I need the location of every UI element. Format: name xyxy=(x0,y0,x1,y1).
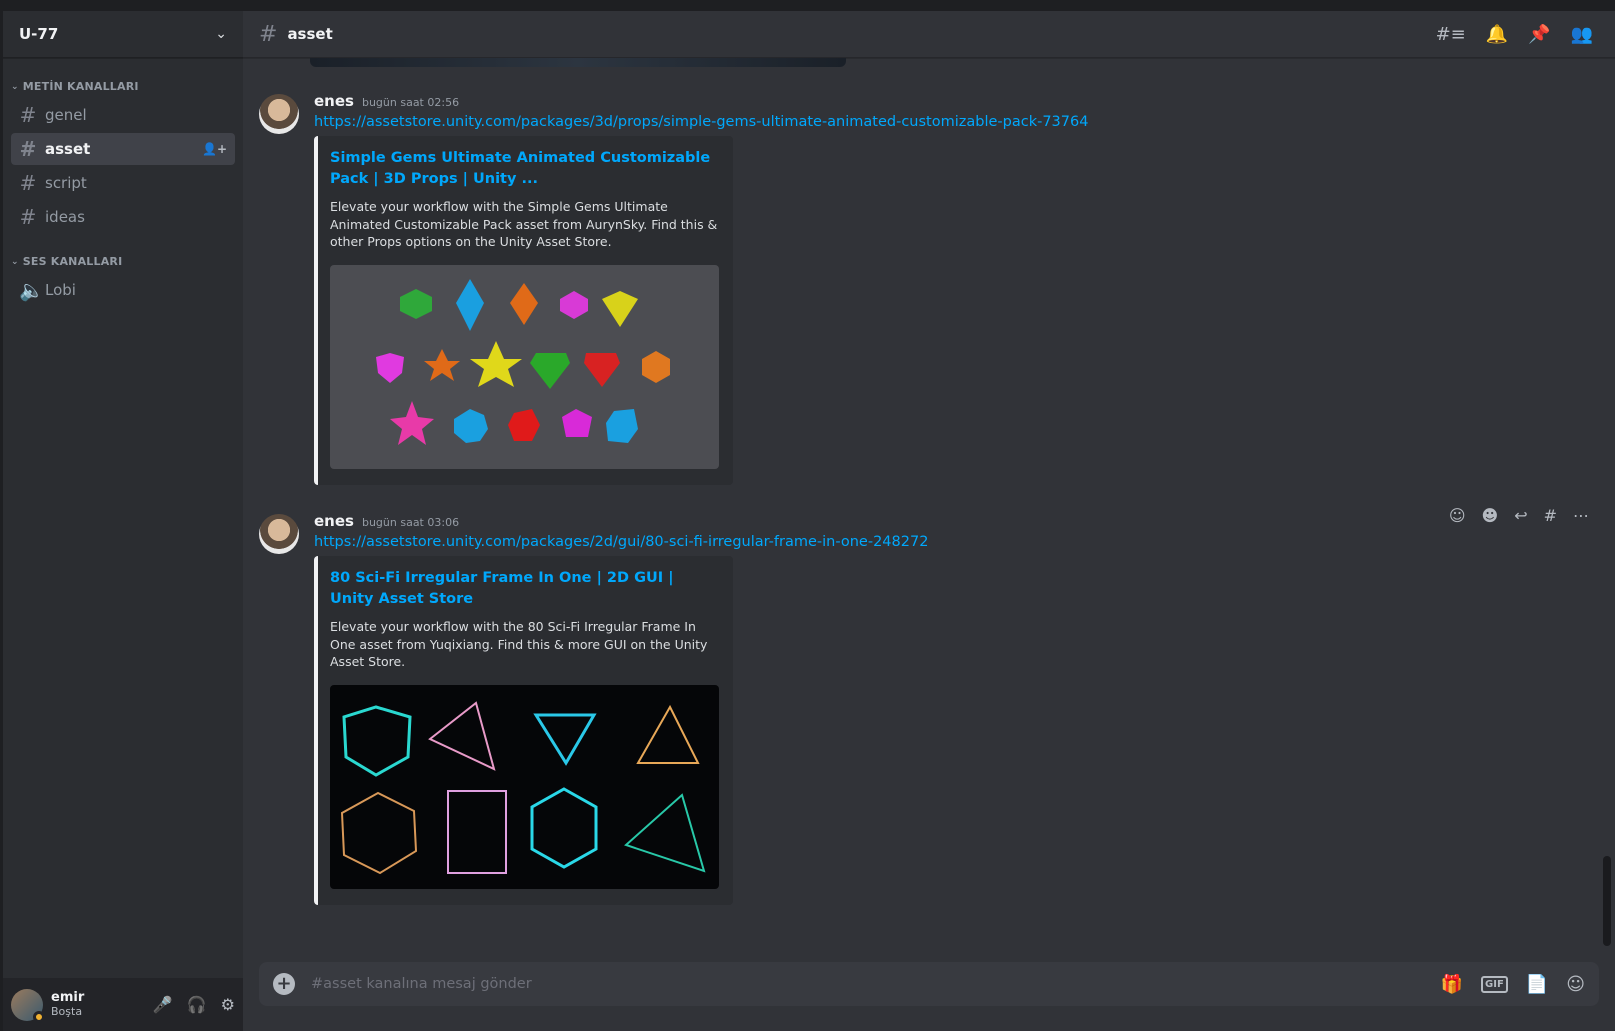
caret-down-icon: ⌄ xyxy=(11,81,19,92)
message[interactable]: ☺ ☻ ↩ # ⋯ enes bugün saat 03:06 https://… xyxy=(259,506,1599,905)
chat-area: # asset #≡ 🔔 📌 👥 enes bugün saat 02:56 h… xyxy=(243,11,1615,1031)
add-super-reaction-icon[interactable]: ☺ xyxy=(1449,506,1466,525)
sticker-icon[interactable]: 📄 xyxy=(1526,974,1548,995)
channel-asset[interactable]: # asset 👤+ xyxy=(11,133,235,165)
microphone-icon[interactable]: 🎤 xyxy=(153,995,173,1014)
window-top-bar xyxy=(0,0,1615,11)
previous-image-attachment[interactable] xyxy=(310,58,846,67)
embed-title[interactable]: 80 Sci-Fi Irregular Frame In One | 2D GU… xyxy=(330,568,719,610)
bell-icon[interactable]: 🔔 xyxy=(1486,24,1508,45)
category-label: METİN KANALLARI xyxy=(22,80,139,93)
members-icon[interactable]: 👥 xyxy=(1571,24,1593,45)
author-avatar[interactable] xyxy=(259,514,299,554)
hash-icon: # xyxy=(19,137,37,161)
channel-ideas[interactable]: # ideas xyxy=(11,201,235,233)
idle-status-icon xyxy=(33,1010,45,1023)
user-avatar[interactable] xyxy=(11,988,45,1023)
link-embed: Simple Gems Ultimate Animated Customizab… xyxy=(314,136,733,485)
message[interactable]: enes bugün saat 02:56 https://assetstore… xyxy=(259,92,1599,485)
message-toolbar: ☺ ☻ ↩ # ⋯ xyxy=(1439,500,1599,531)
embed-title[interactable]: Simple Gems Ultimate Animated Customizab… xyxy=(330,148,719,190)
hash-icon: # xyxy=(19,103,37,127)
author-name[interactable]: enes xyxy=(314,512,354,530)
user-panel: emir Boşta 🎤 🎧 ⚙ xyxy=(3,978,243,1031)
channel-label: Lobi xyxy=(45,281,76,299)
speaker-icon: 🔈 xyxy=(19,278,44,302)
channel-title: asset xyxy=(287,25,333,43)
invite-user-icon[interactable]: 👤+ xyxy=(202,142,227,156)
category-text-channels[interactable]: ⌄ METİN KANALLARI xyxy=(3,80,243,93)
emoji-icon[interactable]: ☺ xyxy=(1566,974,1585,995)
hash-icon: # xyxy=(19,205,37,229)
author-name[interactable]: enes xyxy=(314,92,354,110)
channel-label: genel xyxy=(45,106,87,124)
scrollbar[interactable] xyxy=(1603,58,1611,946)
category-voice-channels[interactable]: ⌄ SES KANALLARI xyxy=(3,255,243,268)
message-input[interactable]: #asset kanalına mesaj gönder xyxy=(311,976,532,992)
reply-icon[interactable]: ↩ xyxy=(1514,506,1527,525)
pin-icon[interactable]: 📌 xyxy=(1528,24,1550,45)
server-header[interactable]: U-77 ⌄ xyxy=(3,11,243,58)
embed-description: Elevate your workflow with the 80 Sci-Fi… xyxy=(330,619,708,669)
message-link[interactable]: https://assetstore.unity.com/packages/2d… xyxy=(314,534,1599,550)
add-attachment-icon[interactable]: + xyxy=(273,973,295,995)
embed-image-gems[interactable] xyxy=(330,264,719,469)
frames-preview-art xyxy=(340,700,706,874)
channel-script[interactable]: # script xyxy=(11,167,235,199)
channel-label: ideas xyxy=(45,208,85,226)
channel-label: script xyxy=(45,174,87,192)
link-embed: 80 Sci-Fi Irregular Frame In One | 2D GU… xyxy=(314,556,733,905)
hash-icon: # xyxy=(259,21,278,47)
message-timestamp: bugün saat 03:06 xyxy=(361,516,460,529)
server-name: U-77 xyxy=(19,25,59,43)
create-thread-icon[interactable]: # xyxy=(1544,506,1557,525)
embed-image-frames[interactable] xyxy=(330,684,719,889)
threads-icon[interactable]: #≡ xyxy=(1436,24,1466,45)
message-list[interactable]: enes bugün saat 02:56 https://assetstore… xyxy=(243,58,1599,946)
hash-icon: # xyxy=(19,171,37,195)
gear-icon[interactable]: ⚙ xyxy=(221,995,235,1014)
category-label: SES KANALLARI xyxy=(22,255,123,268)
message-composer[interactable]: + #asset kanalına mesaj gönder 🎁 GIF 📄 ☺ xyxy=(259,962,1599,1006)
add-reaction-icon[interactable]: ☻ xyxy=(1482,506,1499,525)
author-avatar[interactable] xyxy=(259,94,299,134)
channel-header: # asset #≡ 🔔 📌 👥 xyxy=(243,11,1615,58)
channel-sidebar: U-77 ⌄ ⌄ METİN KANALLARI # genel # asset… xyxy=(0,11,243,1031)
gems-preview-art xyxy=(376,278,670,445)
message-timestamp: bugün saat 02:56 xyxy=(361,96,460,109)
scrollbar-thumb[interactable] xyxy=(1603,856,1611,946)
embed-description: Elevate your workflow with the Simple Ge… xyxy=(330,199,718,249)
more-icon[interactable]: ⋯ xyxy=(1573,506,1589,525)
channel-label: asset xyxy=(45,140,91,158)
caret-down-icon: ⌄ xyxy=(11,256,19,267)
gift-icon[interactable]: 🎁 xyxy=(1441,974,1463,995)
user-info[interactable]: emir Boşta xyxy=(51,989,85,1019)
chevron-down-icon[interactable]: ⌄ xyxy=(215,26,227,42)
gif-icon[interactable]: GIF xyxy=(1481,975,1508,993)
user-name: emir xyxy=(51,989,85,1005)
user-status: Boşta xyxy=(51,1004,83,1018)
channel-genel[interactable]: # genel xyxy=(11,99,235,131)
voice-channel-lobi[interactable]: 🔈 Lobi xyxy=(11,274,235,306)
message-link[interactable]: https://assetstore.unity.com/packages/3d… xyxy=(314,114,1599,130)
headphones-icon[interactable]: 🎧 xyxy=(187,995,207,1014)
